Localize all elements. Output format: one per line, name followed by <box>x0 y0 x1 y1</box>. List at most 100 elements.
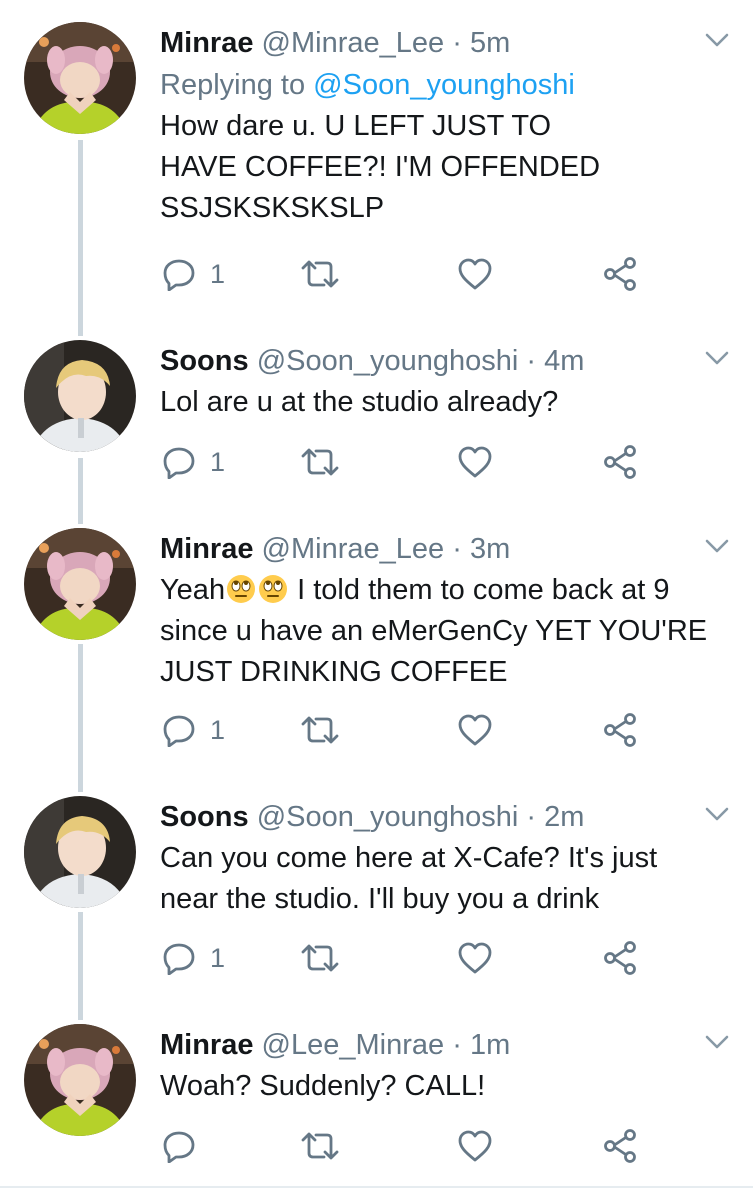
retweet-icon <box>301 260 339 288</box>
share-icon <box>604 713 636 747</box>
chevron-down-icon[interactable] <box>705 32 729 48</box>
reply-icon <box>163 447 195 479</box>
chevron-down-icon[interactable] <box>705 806 729 822</box>
display-name[interactable]: Minrae <box>160 27 253 59</box>
chevron-down-icon[interactable] <box>705 1034 729 1050</box>
like-button[interactable] <box>457 938 493 978</box>
thread-line <box>78 458 83 524</box>
tweet-text: How dare u. U LEFT JUST TO HAVE COFFEE?!… <box>160 110 601 224</box>
timestamp[interactable]: 3m <box>470 533 510 565</box>
like-button[interactable] <box>457 1126 493 1166</box>
tweet-content: Minrae @Lee_Minrae · 1m Woah? Suddenly? … <box>160 1024 733 1107</box>
chevron-down-icon[interactable] <box>705 538 729 554</box>
share-button[interactable] <box>603 442 637 482</box>
share-button[interactable] <box>603 710 637 750</box>
user-handle[interactable]: @Lee_Minrae <box>262 1029 445 1061</box>
heart-icon <box>458 446 492 478</box>
retweet-icon <box>301 448 339 476</box>
tweet-actions: 1 <box>160 710 660 750</box>
tweet-content: Minrae @Minrae_Lee · 3m Yeah I told them… <box>160 528 733 693</box>
reply-button[interactable]: 1 <box>162 442 225 482</box>
replying-to-handle[interactable]: @Soon_younghoshi <box>313 69 575 101</box>
tweet-text: Woah? Suddenly? CALL! <box>160 1070 486 1102</box>
tweet-header: Minrae @Minrae_Lee · 5m <box>160 22 733 64</box>
timestamp[interactable]: 1m <box>470 1029 510 1061</box>
tweet-text: Lol are u at the studio already? <box>160 386 559 418</box>
replying-to-label: Replying to <box>160 69 314 101</box>
reply-icon <box>163 259 195 291</box>
avatar-soons-image <box>24 796 136 908</box>
avatar-minrae-image <box>24 22 136 134</box>
heart-icon <box>458 258 492 290</box>
user-handle[interactable]: @Soon_younghoshi <box>257 801 519 833</box>
retweet-button[interactable] <box>300 710 340 750</box>
chevron-down-icon[interactable] <box>705 350 729 366</box>
retweet-icon <box>301 944 339 972</box>
tweet-thread: Minrae @Minrae_Lee · 5m Replying to @Soo… <box>0 0 753 1200</box>
tweet-actions: 1 <box>160 938 660 978</box>
tweet-text: Can you come here at X-Cafe? It's just n… <box>160 842 658 915</box>
tweet-header: Minrae @Minrae_Lee · 3m <box>160 528 733 570</box>
avatar[interactable] <box>24 528 136 640</box>
retweet-button[interactable] <box>300 254 340 294</box>
retweet-button[interactable] <box>300 1126 340 1166</box>
display-name[interactable]: Soons <box>160 345 249 377</box>
separator-dot: · <box>526 345 537 377</box>
user-handle[interactable]: @Soon_younghoshi <box>257 345 519 377</box>
thread-line <box>78 644 83 792</box>
heart-icon <box>458 1130 492 1162</box>
avatar[interactable] <box>24 340 136 452</box>
timestamp[interactable]: 2m <box>544 801 584 833</box>
tweet-actions <box>160 1126 660 1166</box>
retweet-icon <box>301 1132 339 1160</box>
retweet-icon <box>301 716 339 744</box>
avatar-soons-image <box>24 340 136 452</box>
divider <box>0 1186 753 1188</box>
avatar[interactable] <box>24 22 136 134</box>
reply-button[interactable]: 1 <box>162 938 225 978</box>
timestamp[interactable]: 4m <box>544 345 584 377</box>
display-name[interactable]: Minrae <box>160 1029 253 1061</box>
separator-dot: · <box>452 533 462 565</box>
separator-dot: · <box>452 27 462 59</box>
reply-button[interactable] <box>162 1126 210 1166</box>
reply-button[interactable]: 1 <box>162 710 225 750</box>
tweet-content: Soons @Soon_younghoshi · 4m Lol are u at… <box>160 340 733 423</box>
user-handle[interactable]: @Minrae_Lee <box>262 27 445 59</box>
tweet-actions: 1 <box>160 442 660 482</box>
share-icon <box>604 445 636 479</box>
reply-button[interactable]: 1 <box>162 254 225 294</box>
separator-dot: · <box>526 801 537 833</box>
share-icon <box>604 257 636 291</box>
tweet-header: Minrae @Lee_Minrae · 1m <box>160 1024 733 1066</box>
avatar[interactable] <box>24 1024 136 1136</box>
reply-count: 1 <box>210 446 226 477</box>
timestamp[interactable]: 5m <box>470 27 510 59</box>
share-button[interactable] <box>603 938 637 978</box>
heart-icon <box>458 942 492 974</box>
avatar[interactable] <box>24 796 136 908</box>
display-name[interactable]: Minrae <box>160 533 253 565</box>
like-button[interactable] <box>457 254 493 294</box>
reply-count: 1 <box>210 258 226 289</box>
reply-count: 1 <box>210 942 226 973</box>
tweet-header: Soons @Soon_younghoshi · 2m <box>160 796 733 838</box>
reply-icon <box>163 943 195 975</box>
display-name[interactable]: Soons <box>160 801 249 833</box>
replying-to: Replying to @Soon_younghoshi <box>160 64 733 106</box>
retweet-button[interactable] <box>300 442 340 482</box>
retweet-button[interactable] <box>300 938 340 978</box>
share-button[interactable] <box>603 1126 637 1166</box>
tweet-header: Soons @Soon_younghoshi · 4m <box>160 340 733 382</box>
avatar-minrae-image <box>24 1024 136 1136</box>
share-button[interactable] <box>603 254 637 294</box>
thread-line <box>78 912 83 1020</box>
reply-count: 1 <box>210 714 226 745</box>
like-button[interactable] <box>457 710 493 750</box>
tweet-content: Minrae @Minrae_Lee · 5m Replying to @Soo… <box>160 22 733 229</box>
eye-roll-emoji <box>227 575 256 603</box>
eye-roll-emoji <box>259 575 288 603</box>
user-handle[interactable]: @Minrae_Lee <box>262 533 445 565</box>
like-button[interactable] <box>457 442 493 482</box>
reply-icon <box>163 1131 195 1163</box>
